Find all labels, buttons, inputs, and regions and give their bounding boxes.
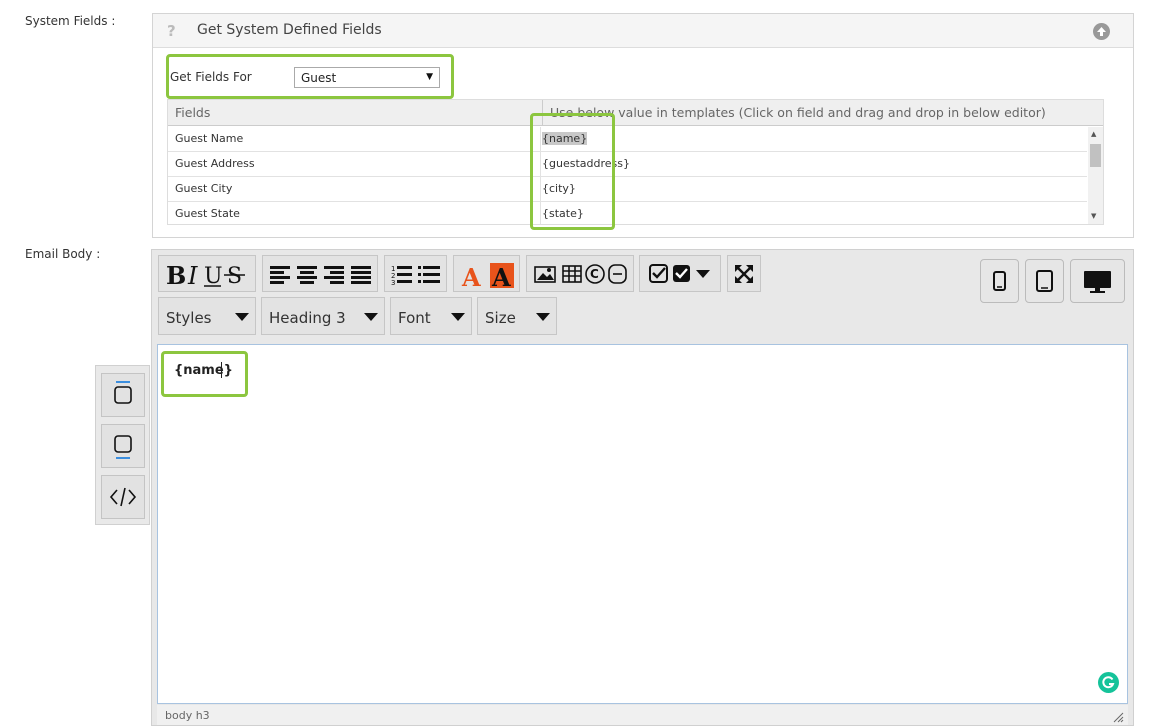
top-margin-button[interactable] bbox=[101, 373, 145, 417]
system-fields-panel: ? Get System Defined Fields Get Fields F… bbox=[152, 13, 1134, 238]
select-value: Guest bbox=[301, 71, 337, 85]
desktop-preview-button[interactable] bbox=[1070, 259, 1125, 303]
field-tag[interactable]: {guestaddress} bbox=[542, 157, 630, 170]
field-tag[interactable]: {city} bbox=[542, 182, 576, 195]
table-row[interactable]: Guest Address {guestaddress} bbox=[168, 152, 1087, 177]
fullscreen-group[interactable] bbox=[727, 255, 761, 292]
text-style-group: B I U S bbox=[158, 255, 256, 292]
code-view-button[interactable] bbox=[101, 475, 145, 519]
heading-dropdown[interactable]: Heading 3 bbox=[261, 297, 385, 335]
fullscreen-icon[interactable] bbox=[728, 256, 760, 291]
size-dropdown[interactable]: Size bbox=[477, 297, 557, 335]
font-dropdown[interactable]: Font bbox=[390, 297, 472, 335]
image-icon[interactable] bbox=[531, 256, 557, 291]
collapse-icon[interactable] bbox=[1093, 23, 1110, 40]
styles-dropdown[interactable]: Styles bbox=[158, 297, 256, 335]
special-char-icon[interactable] bbox=[584, 256, 607, 291]
field-name: Guest Address bbox=[175, 157, 255, 170]
get-fields-for-select[interactable]: Guest ▼ bbox=[294, 67, 440, 88]
mobile-icon bbox=[993, 271, 1006, 291]
field-name: Guest State bbox=[175, 207, 240, 220]
caret-down-icon bbox=[235, 313, 249, 321]
styles-label: Styles bbox=[166, 309, 212, 327]
bold-icon[interactable] bbox=[163, 256, 185, 291]
table-row[interactable]: Guest Name {name} bbox=[168, 127, 1087, 152]
code-view-icon bbox=[109, 487, 137, 507]
font-label: Font bbox=[398, 309, 431, 327]
unordered-list-icon[interactable] bbox=[415, 256, 443, 291]
scroll-down-icon[interactable]: ▼ bbox=[1091, 212, 1096, 220]
get-fields-for-label: Get Fields For bbox=[170, 70, 252, 84]
tablet-icon bbox=[1036, 270, 1053, 292]
editor-status-bar: body h3 bbox=[157, 705, 1128, 725]
panel-title: Get System Defined Fields bbox=[197, 22, 382, 38]
underline-icon[interactable] bbox=[203, 256, 223, 291]
text-caret bbox=[221, 362, 222, 378]
top-margin-icon bbox=[114, 381, 132, 404]
background-color-icon[interactable] bbox=[488, 256, 518, 291]
align-left-icon[interactable] bbox=[267, 256, 294, 291]
table-scrollbar[interactable]: ▲ ▼ bbox=[1088, 127, 1103, 224]
editor-heading-text[interactable]: {name} bbox=[174, 363, 233, 378]
table-row[interactable]: Guest State {state} bbox=[168, 202, 1087, 224]
resize-handle-icon[interactable] bbox=[1112, 711, 1124, 723]
table-icon[interactable] bbox=[559, 256, 584, 291]
scroll-thumb[interactable] bbox=[1090, 144, 1101, 167]
fields-table: Fields Use below value in templates (Cli… bbox=[167, 99, 1104, 225]
table-header: Fields Use below value in templates (Cli… bbox=[168, 100, 1103, 126]
field-tag[interactable]: {name} bbox=[542, 132, 588, 145]
bottom-margin-icon bbox=[114, 435, 132, 459]
table-row[interactable]: Guest City {city} bbox=[168, 177, 1087, 202]
align-right-icon[interactable] bbox=[321, 256, 348, 291]
dropdown-arrow-icon: ▼ bbox=[426, 72, 433, 82]
element-path: body h3 bbox=[165, 709, 210, 722]
horizontal-rule-icon[interactable] bbox=[607, 256, 631, 291]
grammarly-icon[interactable] bbox=[1098, 672, 1119, 693]
field-name: Guest City bbox=[175, 182, 233, 195]
color-group: A A bbox=[453, 255, 520, 292]
column-header-fields: Fields bbox=[175, 105, 211, 120]
caret-down-icon bbox=[536, 313, 550, 321]
caret-down-icon bbox=[364, 313, 378, 321]
list-group: 1 2 3 bbox=[384, 255, 447, 292]
email-body-label: Email Body : bbox=[25, 247, 101, 261]
size-label: Size bbox=[485, 309, 516, 327]
insert-group: C bbox=[526, 255, 634, 292]
column-header-values: Use below value in templates (Click on f… bbox=[550, 105, 1046, 120]
align-justify-icon[interactable] bbox=[348, 256, 375, 291]
alignment-group bbox=[262, 255, 378, 292]
panel-header[interactable]: ? Get System Defined Fields bbox=[153, 14, 1133, 48]
ordered-list-icon[interactable] bbox=[387, 256, 415, 291]
help-icon[interactable]: ? bbox=[167, 22, 181, 40]
email-body-editor: B I U S 1 2 3 A A C Styles Heading 3 Fon… bbox=[151, 249, 1134, 726]
caret-down-icon bbox=[451, 313, 465, 321]
align-center-icon[interactable] bbox=[294, 256, 321, 291]
text-color-icon[interactable] bbox=[456, 256, 486, 291]
spellcheck-icon[interactable] bbox=[640, 256, 720, 291]
tablet-preview-button[interactable] bbox=[1025, 259, 1064, 303]
desktop-icon bbox=[1084, 271, 1111, 293]
editor-content-area[interactable]: {name} bbox=[157, 344, 1128, 704]
system-fields-label: System Fields : bbox=[25, 14, 116, 28]
scroll-up-icon[interactable]: ▲ bbox=[1091, 130, 1096, 138]
editor-mode-toolbar bbox=[95, 365, 150, 525]
heading-label: Heading 3 bbox=[269, 309, 346, 327]
spellcheck-group[interactable] bbox=[639, 255, 721, 292]
strikethrough-icon[interactable] bbox=[223, 256, 251, 291]
field-tag[interactable]: {state} bbox=[542, 207, 584, 220]
italic-icon[interactable] bbox=[185, 256, 203, 291]
mobile-preview-button[interactable] bbox=[980, 259, 1019, 303]
field-name: Guest Name bbox=[175, 132, 244, 145]
bottom-margin-button[interactable] bbox=[101, 424, 145, 468]
